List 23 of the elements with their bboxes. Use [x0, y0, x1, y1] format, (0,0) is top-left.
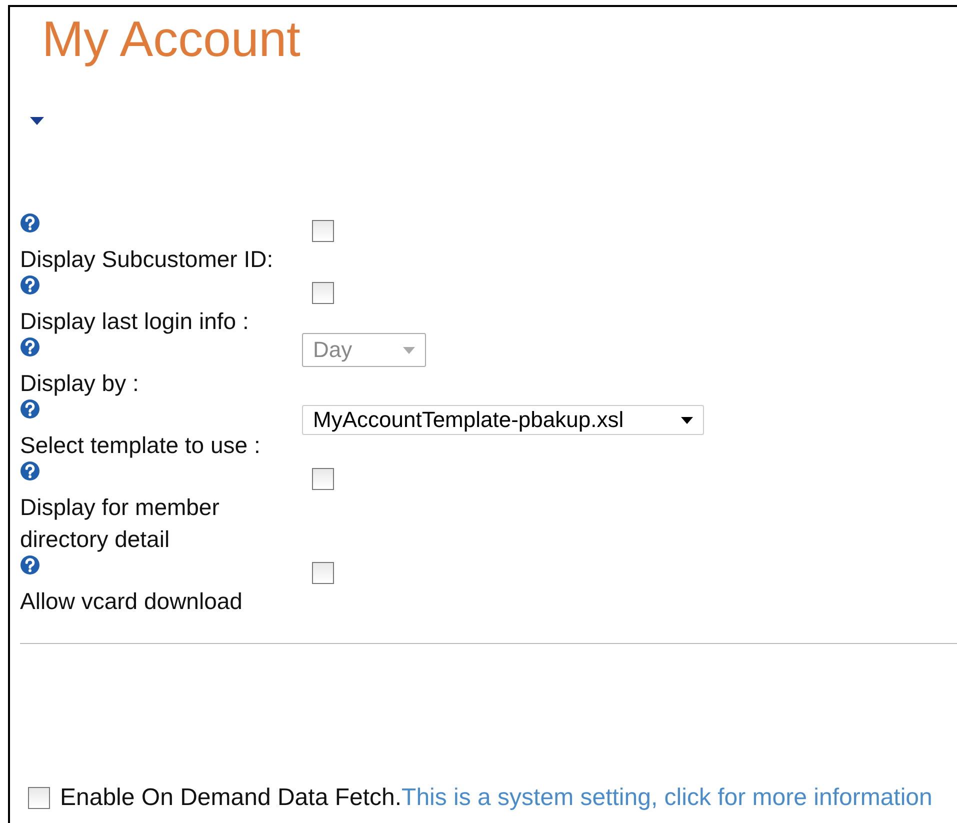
checkbox[interactable]: [312, 282, 334, 304]
dropdown[interactable]: MyAccountTemplate-pbakup.xsl: [302, 405, 704, 435]
help-icon[interactable]: [20, 275, 40, 295]
field-label: Allow vcard download: [20, 587, 244, 616]
caret-icon[interactable]: [30, 117, 44, 125]
help-icon[interactable]: [20, 399, 40, 419]
help-icon[interactable]: [20, 213, 40, 233]
checkbox[interactable]: [28, 787, 50, 809]
checkbox[interactable]: [312, 468, 334, 490]
page-title: My Account: [41, 10, 302, 67]
info-link[interactable]: This is a system setting, click for more information: [402, 784, 932, 812]
help-icon[interactable]: [20, 337, 40, 357]
checkbox[interactable]: [312, 562, 334, 584]
help-icon[interactable]: [20, 461, 40, 481]
setting-label: Enable On Demand Data Fetch.: [60, 784, 402, 812]
field-label: Select template to use :: [20, 431, 262, 460]
field-label: Display for member directory detail: [20, 493, 220, 554]
checkbox[interactable]: [312, 220, 334, 242]
field-label: Display by :: [20, 369, 140, 398]
field-label: Display last login info :: [20, 307, 250, 336]
help-icon[interactable]: [20, 555, 40, 575]
caret-icon[interactable]: [681, 416, 693, 424]
field-label: Display Subcustomer ID:: [20, 245, 274, 274]
